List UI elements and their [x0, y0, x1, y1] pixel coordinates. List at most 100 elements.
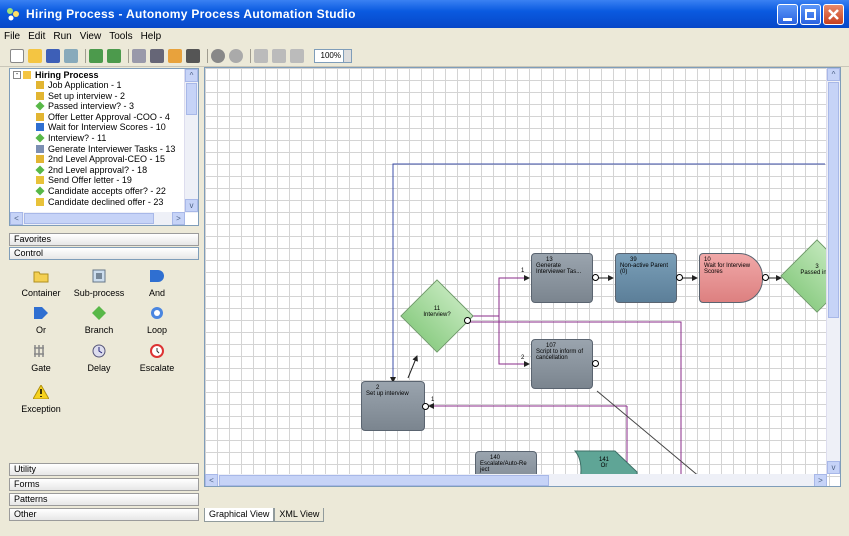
node-non-active-parent[interactable]: 39 Non-active Parent (0) [615, 253, 677, 303]
scroll-right-icon[interactable]: > [814, 474, 827, 486]
menu-edit[interactable]: Edit [28, 31, 45, 42]
node-script-inform-cancellation[interactable]: 107 Script to inform of cancellation [531, 339, 593, 389]
panel-patterns[interactable]: Patterns [9, 493, 199, 506]
tree-item[interactable]: Offer Letter Approval -COO - 4 [36, 112, 170, 122]
palette-or[interactable]: Or [11, 306, 71, 335]
scroll-left-icon[interactable]: < [10, 212, 23, 225]
scroll-up-icon[interactable]: ^ [185, 69, 198, 82]
tree-item[interactable]: Send Offer letter - 19 [36, 175, 132, 185]
and-icon [150, 270, 164, 282]
scroll-up-icon[interactable]: ^ [827, 68, 840, 81]
menu-run[interactable]: Run [53, 31, 71, 42]
stop-icon[interactable] [229, 48, 243, 63]
refresh-icon[interactable] [64, 48, 78, 63]
cut-icon[interactable] [150, 48, 164, 63]
canvas-vertical-scrollbar[interactable]: ^ v [826, 68, 840, 474]
tree-item-label: Offer Letter Approval -COO - 4 [48, 111, 170, 122]
palette-escalate[interactable]: Escalate [127, 344, 187, 373]
node-generate-interviewer-tasks[interactable]: 13 Generate Interviewer Tas... [531, 253, 593, 303]
palette-loop[interactable]: Loop [127, 306, 187, 335]
scroll-down-icon[interactable]: v [185, 199, 198, 212]
node-port[interactable] [676, 274, 683, 281]
tree-item[interactable]: 2nd Level Approval-CEO - 15 [36, 154, 165, 164]
tree-vertical-scrollbar[interactable]: ^ v [184, 69, 198, 213]
tree-item[interactable]: Candidate declined offer - 23 [36, 197, 163, 207]
tree-item[interactable]: Job Application - 1 [36, 80, 122, 90]
scroll-right-icon[interactable]: > [172, 212, 185, 225]
view-tabs: Graphical View XML View [204, 508, 325, 522]
tree-item[interactable]: Interview? - 11 [35, 133, 106, 143]
collapse-icon[interactable]: - [13, 71, 21, 79]
zoom-spinner[interactable] [344, 48, 352, 63]
node-set-up-interview[interactable]: 2 Set up interview [361, 381, 425, 431]
palette-and[interactable]: And [127, 269, 187, 298]
panel-favorites[interactable]: Favorites [9, 233, 199, 246]
menu-tools[interactable]: Tools [109, 31, 132, 42]
scroll-thumb[interactable] [186, 83, 197, 115]
edge-label: 2 [521, 355, 525, 361]
minimize-button[interactable] [777, 4, 798, 25]
palette-branch[interactable]: Branch [69, 306, 129, 335]
node-wait-for-interview-scores[interactable]: 10 Wait for Interview Scores [699, 253, 763, 303]
window-title: Hiring Process - Autonomy Process Automa… [26, 7, 356, 21]
menu-view[interactable]: View [80, 31, 102, 42]
scroll-thumb[interactable] [219, 475, 549, 486]
node-port[interactable] [592, 274, 599, 281]
run-icon[interactable] [211, 48, 225, 63]
scroll-thumb[interactable] [24, 213, 154, 224]
process-canvas[interactable]: 1 2 1 13 Generate Interviewer Tas... 39 … [204, 67, 841, 487]
palette-container[interactable]: Container [11, 269, 71, 298]
tree-item[interactable]: Passed interview? - 3 [35, 101, 134, 111]
maximize-button[interactable] [800, 4, 821, 25]
new-icon[interactable] [10, 48, 24, 63]
panel-other[interactable]: Other [9, 508, 199, 521]
tab-graphical-view[interactable]: Graphical View [204, 508, 275, 522]
branch-icon [35, 165, 45, 175]
scroll-left-icon[interactable]: < [205, 474, 218, 486]
import-icon[interactable] [89, 48, 103, 63]
open-icon[interactable] [28, 48, 42, 63]
node-port[interactable] [592, 360, 599, 367]
edge-label: 1 [431, 397, 435, 403]
tree-item[interactable]: Candidate accepts offer? - 22 [35, 186, 166, 196]
tree-item[interactable]: 2nd Level approval? - 18 [35, 165, 147, 175]
pointer-icon[interactable] [272, 48, 286, 63]
tab-xml-view[interactable]: XML View [274, 508, 325, 522]
palette-label: Escalate [139, 363, 175, 373]
tree-item[interactable]: Set up interview - 2 [36, 91, 125, 101]
tree-horizontal-scrollbar[interactable]: < > [10, 212, 185, 225]
node-port[interactable] [762, 274, 769, 281]
palette-exception[interactable]: Exception [11, 385, 71, 414]
panel-control[interactable]: Control [9, 247, 199, 260]
save-icon[interactable] [46, 48, 60, 63]
menu-help[interactable]: Help [141, 31, 162, 42]
add-icon[interactable] [132, 48, 146, 63]
palette-sub-process[interactable]: Sub-process [69, 269, 129, 298]
zoom-input[interactable]: 100% [314, 48, 344, 63]
panel-utility[interactable]: Utility [9, 463, 199, 476]
copy-icon[interactable] [168, 48, 182, 63]
palette-gate[interactable]: Gate [11, 344, 71, 373]
form-icon [36, 112, 44, 121]
export-icon[interactable] [107, 48, 121, 63]
container-icon [33, 271, 49, 283]
node-port[interactable] [464, 317, 471, 324]
tree-item[interactable]: Generate Interviewer Tasks - 13 [36, 144, 175, 154]
node-label: Escalate/Auto-Re ject [480, 461, 527, 473]
tree-item[interactable]: Wait for Interview Scores - 10 [36, 122, 166, 132]
canvas-horizontal-scrollbar[interactable]: < > [205, 474, 827, 486]
delete-icon[interactable] [186, 48, 200, 63]
scroll-down-icon[interactable]: v [827, 461, 840, 474]
panel-forms[interactable]: Forms [9, 478, 199, 491]
escalate-icon [150, 344, 164, 358]
node-label: Or [600, 463, 608, 469]
hand-icon[interactable] [290, 48, 304, 63]
palette-label: Container [21, 288, 61, 298]
node-port[interactable] [422, 403, 429, 410]
palette-delay[interactable]: Delay [69, 344, 129, 373]
tree-root[interactable]: - Hiring Process [13, 70, 99, 80]
close-button[interactable] [823, 4, 844, 25]
menu-file[interactable]: File [4, 31, 20, 42]
connector-icon[interactable] [254, 48, 268, 63]
scroll-thumb[interactable] [828, 82, 839, 318]
